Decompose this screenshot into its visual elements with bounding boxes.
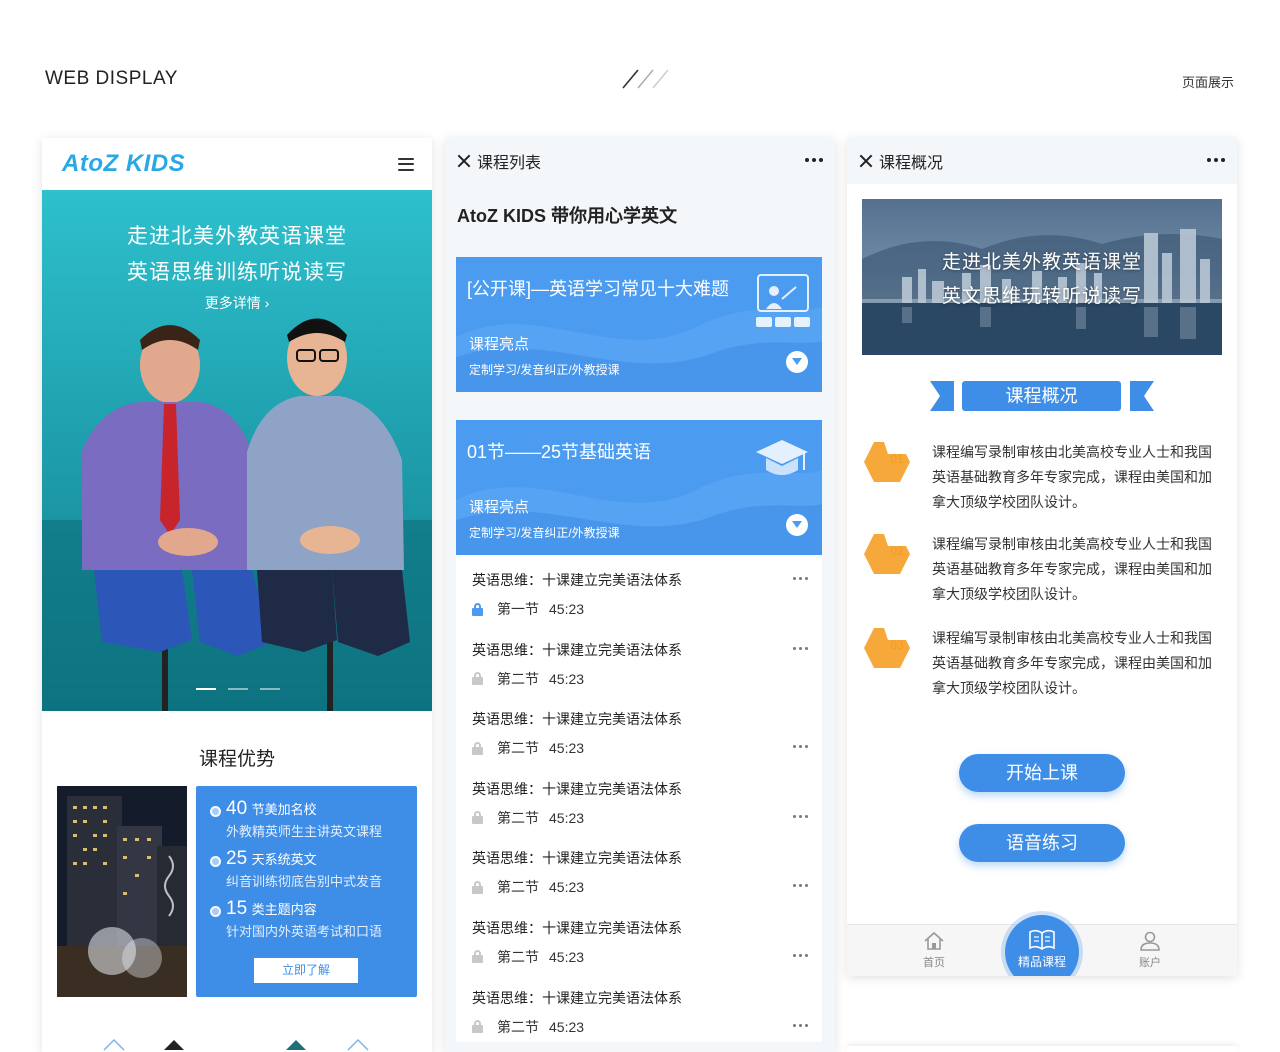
voice-practice-button[interactable]: 语音练习: [959, 824, 1125, 862]
advantage-item-3: 15 类主题内容 针对国内外英语考试和口语: [210, 898, 382, 940]
more-options-icon[interactable]: [793, 577, 808, 580]
decorative-diamonds-icon: [103, 1038, 369, 1051]
advantage-item-2: 25 天系统英文 纠音训练彻底告别中式发音: [210, 848, 382, 890]
bullet-icon: [210, 906, 221, 917]
top-bar: AtoZ KIDS: [42, 138, 432, 190]
bullet-icon: [210, 856, 221, 867]
nav-bar: 课程列表: [445, 138, 835, 184]
bullet-icon: [210, 806, 221, 817]
course-card-title: 01节——25节基础英语: [467, 442, 652, 462]
learn-more-button[interactable]: 立即了解: [254, 958, 358, 983]
more-options-icon[interactable]: [793, 745, 808, 749]
carousel-dot-1[interactable]: [196, 688, 216, 690]
advantage-item-1: 40 节美加名校 外教精英师生主讲英文课程: [210, 798, 382, 840]
list-item[interactable]: 英语思维：十课建立完美语法体系 第二节 45:23: [456, 903, 822, 973]
carousel-dot-2[interactable]: [228, 688, 248, 690]
ribbon-left-icon: [930, 381, 954, 411]
section-title: 课程概况: [962, 381, 1121, 411]
list-item[interactable]: 英语思维：十课建立完美语法体系 第二节 45:23: [456, 833, 822, 903]
overview-point-1: 01 课程编写录制审核由北美高校专业人士和我国英语基础教育多年专家完成，课程由美…: [862, 440, 1222, 520]
carousel-dot-3[interactable]: [260, 688, 280, 690]
chevron-down-icon[interactable]: [786, 514, 808, 536]
user-icon: [1140, 931, 1160, 951]
page-header-left: WEB DISPLAY: [45, 68, 178, 89]
more-options-icon[interactable]: [793, 884, 808, 888]
list-item[interactable]: 英语思维：十课建立完美语法体系 第二节 45:23: [456, 694, 822, 764]
course-card-label: 课程亮点: [469, 336, 530, 353]
classroom-icon: [756, 273, 810, 334]
list-item[interactable]: 英语思维：十课建立完美语法体系 第一节 45:23: [456, 555, 822, 625]
lock-icon: [472, 672, 483, 686]
hero-more-link[interactable]: 更多详情 ›: [42, 293, 432, 313]
unlocked-icon: [472, 602, 483, 616]
next-screen-edge: [847, 1046, 1237, 1052]
lock-icon: [472, 1020, 483, 1034]
page-title: AtoZ KIDS 带你用心学英文: [457, 206, 677, 226]
overview-point-2: 02 课程编写录制审核由北美高校专业人士和我国英语基础教育多年专家完成，课程由美…: [862, 532, 1222, 612]
hamburger-menu-icon[interactable]: [398, 157, 414, 171]
more-options-icon[interactable]: [793, 646, 808, 650]
city-banner: 走进北美外教英语课堂 英文思维玩转听说读写: [862, 199, 1222, 355]
close-icon[interactable]: [859, 154, 873, 168]
chevron-down-icon[interactable]: [786, 351, 808, 373]
lock-icon: [472, 811, 483, 825]
course-card-1[interactable]: [公开课]—英语学习常见十大难题 课程亮点 定制学习/发音纠正/外教授课: [456, 257, 822, 392]
hero-title-line1: 走进北美外教英语课堂: [127, 225, 347, 248]
course-card-title: [公开课]—英语学习常见十大难题: [467, 279, 730, 299]
list-item[interactable]: 英语思维：十课建立完美语法体系 第二节 45:23: [456, 764, 822, 834]
bottom-tab-bar: 首页 精品课程 账户: [847, 915, 1237, 976]
course-list-screen: 课程列表 AtoZ KIDS 带你用心学英文 [公开课]—英语学习常见十大难题 …: [445, 138, 835, 1052]
graduation-cap-icon: [754, 436, 810, 489]
banner-title-line1: 走进北美外教英语课堂: [941, 252, 1142, 273]
course-card-label: 课程亮点: [469, 499, 530, 516]
hero-title-line2: 英语思维训练听说读写: [127, 261, 347, 284]
night-city-photo: [57, 786, 187, 997]
advantages-title: 课程优势: [198, 749, 275, 770]
more-options-icon[interactable]: [805, 158, 823, 162]
course-card-sub: 定制学习/发音纠正/外教授课: [469, 363, 620, 377]
start-class-button[interactable]: 开始上课: [959, 754, 1125, 792]
app-logo: AtoZ KIDS: [62, 150, 186, 177]
lock-icon: [472, 950, 483, 964]
page-header-right: 页面展示: [1182, 75, 1235, 90]
tab-courses[interactable]: 精品课程: [1005, 915, 1079, 976]
nav-title: 课程概况: [879, 155, 944, 172]
list-item[interactable]: 英语思维：十课建立完美语法体系 第二节 45:23: [456, 973, 822, 1043]
tab-account[interactable]: 账户: [1120, 931, 1180, 970]
lock-icon: [472, 741, 483, 755]
lock-icon: [472, 880, 483, 894]
course-card-sub: 定制学习/发音纠正/外教授课: [469, 526, 620, 540]
slash-divider-icon: [621, 68, 673, 95]
home-icon: [924, 931, 944, 950]
tab-home[interactable]: 首页: [904, 931, 964, 970]
course-card-2[interactable]: 01节——25节基础英语 课程亮点 定制学习/发音纠正/外教授课: [456, 420, 822, 555]
hero-carousel[interactable]: 走进北美外教英语课堂 英语思维训练听说读写 更多详情 ›: [42, 190, 432, 711]
more-options-icon[interactable]: [793, 1023, 808, 1027]
list-item[interactable]: 英语思维：十课建立完美语法体系 第二节 45:23: [456, 625, 822, 695]
course-overview-screen: 课程概况 走进北美外教英语课堂 英文思维玩转听说读写 课程概况 01 课程编写录…: [847, 138, 1237, 976]
open-book-icon: [1029, 929, 1055, 950]
ribbon-right-icon: [1130, 381, 1154, 411]
close-icon[interactable]: [457, 154, 471, 168]
overview-point-3: 03 课程编写录制审核由北美高校专业人士和我国英语基础教育多年专家完成，课程由美…: [862, 626, 1222, 706]
more-options-icon[interactable]: [793, 814, 808, 818]
nav-title: 课程列表: [477, 155, 542, 172]
advantages-box: 40 节美加名校 外教精英师生主讲英文课程 25 天系统英文 纠音训练彻底告别中…: [196, 786, 417, 997]
banner-title-line2: 英文思维玩转听说读写: [941, 286, 1142, 307]
home-screen: AtoZ KIDS 走进北美外教英语课堂 英语思维训练听说读写 更多详情 › 课…: [42, 138, 432, 1052]
lesson-list: 英语思维：十课建立完美语法体系 第一节 45:23 英语思维：十课建立完美语法体…: [456, 555, 822, 1043]
nav-bar: 课程概况: [847, 138, 1237, 184]
more-options-icon[interactable]: [793, 953, 808, 957]
carousel-indicators: [196, 688, 280, 690]
more-options-icon[interactable]: [1207, 158, 1225, 162]
